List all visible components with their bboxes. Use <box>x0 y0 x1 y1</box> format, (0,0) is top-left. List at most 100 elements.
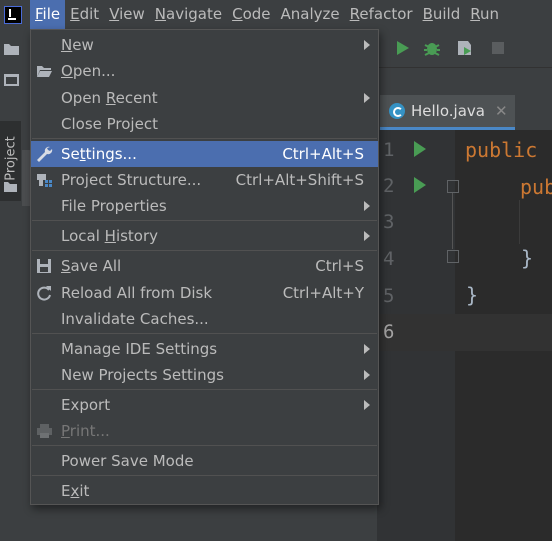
submenu-arrow-icon <box>364 344 370 354</box>
fold-marker-icon[interactable] <box>447 180 459 193</box>
menu-item-new[interactable]: New <box>31 32 378 58</box>
menu-run-label: un <box>479 5 499 23</box>
label-part: File Properties <box>61 197 167 215</box>
menu-item-save-all[interactable]: Save All Ctrl+S <box>31 253 378 279</box>
menu-build-mnemonic: B <box>422 5 433 23</box>
menu-item-open-recent[interactable]: Open Recent <box>31 85 378 111</box>
label-mnemonic: S <box>61 257 71 275</box>
submenu-arrow-icon <box>364 40 370 50</box>
menu-run-mnemonic: R <box>470 5 480 23</box>
tab-label: Hello.java <box>411 102 485 120</box>
run-gutter-icon[interactable] <box>414 177 426 193</box>
menu-separator <box>32 445 377 446</box>
menu-analyze[interactable]: Analyze <box>276 0 345 29</box>
code-line-1: public <box>465 138 538 162</box>
menu-item-power-save-mode[interactable]: Power Save Mode <box>31 448 378 474</box>
tab-hello-java[interactable]: Hello.java ✕ <box>380 95 515 130</box>
menu-item-new-projects-settings[interactable]: New Projects Settings <box>31 362 378 388</box>
coverage-icon[interactable] <box>455 39 473 57</box>
menu-item-reload-all[interactable]: Reload All from Disk Ctrl+Alt+Y <box>31 280 378 306</box>
label-mnemonic: H <box>104 227 116 245</box>
fold-marker-icon[interactable] <box>447 250 459 263</box>
run-icon[interactable] <box>393 39 411 57</box>
label-part: ew <box>72 36 94 54</box>
menu-analyze-label: Analyze <box>280 5 340 23</box>
menu-item-settings[interactable]: Settings... Ctrl+Alt+S <box>31 141 378 167</box>
menu-run[interactable]: Run <box>465 0 504 29</box>
project-tool-window-tab[interactable]: Project <box>0 121 21 201</box>
label-part: Power Save Mode <box>61 452 194 470</box>
label-part: New Projects Settings <box>61 366 224 384</box>
folder-icon[interactable] <box>4 43 19 55</box>
menu-build[interactable]: Build <box>418 0 466 29</box>
submenu-arrow-icon <box>364 370 370 380</box>
menu-separator <box>32 220 377 221</box>
label-part: Local <box>61 227 105 245</box>
menu-item-export[interactable]: Export <box>31 392 378 418</box>
menu-edit[interactable]: Edit <box>65 0 104 29</box>
menu-file[interactable]: File <box>30 0 66 29</box>
menu-refactor-mnemonic: R <box>349 5 360 23</box>
code-line-2: pub <box>520 175 552 199</box>
menu-refactor[interactable]: Refactor <box>345 0 418 29</box>
java-class-icon <box>389 103 405 119</box>
open-folder-icon <box>37 66 52 77</box>
code-line-5: } <box>466 283 479 307</box>
menu-view[interactable]: View <box>104 0 150 29</box>
label-part: Reload All from Disk <box>61 284 213 302</box>
label-mnemonic: O <box>61 62 73 80</box>
left-tool-stripe: Project <box>0 29 23 541</box>
submenu-arrow-icon <box>364 93 370 103</box>
line-number: 6 <box>383 321 395 343</box>
label-part: Project Structure... <box>61 171 202 189</box>
menu-separator <box>32 138 377 139</box>
label-part: Close Project <box>61 115 158 133</box>
menu-item-project-structure[interactable]: Project Structure... Ctrl+Alt+Shift+S <box>31 167 378 193</box>
label-part: ave All <box>70 257 122 275</box>
menu-separator <box>32 389 377 390</box>
menu-item-exit[interactable]: Exit <box>31 478 378 504</box>
menu-item-invalidate-caches[interactable]: Invalidate Caches... <box>31 306 378 332</box>
menu-code[interactable]: Code <box>227 0 275 29</box>
menu-file-label: ile <box>42 5 61 23</box>
line-number: 5 <box>383 285 395 307</box>
menu-file-mnemonic: F <box>35 5 43 23</box>
menu-item-print: Print... <box>31 418 378 444</box>
label-part: Invalidate Caches... <box>61 310 209 328</box>
stop-icon[interactable] <box>489 39 507 57</box>
menu-item-close-project[interactable]: Close Project <box>31 111 378 137</box>
label-part: Se <box>61 145 80 163</box>
label-part: pen... <box>72 62 116 80</box>
label-part: Export <box>61 396 111 414</box>
menu-refactor-label: efactor <box>359 5 413 23</box>
label-part: istory <box>115 227 159 245</box>
line-number: 4 <box>383 248 395 270</box>
intellij-logo-icon <box>4 5 22 24</box>
label-mnemonic: N <box>61 36 73 54</box>
shortcut-label: Ctrl+Alt+Y <box>282 284 364 302</box>
menu-item-manage-ide-settings[interactable]: Manage IDE Settings <box>31 336 378 362</box>
menu-navigate-mnemonic: N <box>154 5 167 23</box>
shortcut-label: Ctrl+S <box>315 257 364 275</box>
menu-item-open[interactable]: Open... <box>31 58 378 84</box>
menu-navigate[interactable]: Navigate <box>150 0 227 29</box>
print-icon <box>37 424 52 438</box>
shortcut-label: Ctrl+Alt+S <box>282 145 364 163</box>
submenu-arrow-icon <box>364 231 370 241</box>
menu-view-mnemonic: V <box>109 5 120 23</box>
menu-code-mnemonic: C <box>232 5 243 23</box>
code-line-4: } <box>521 246 534 270</box>
menu-item-file-properties[interactable]: File Properties <box>31 193 378 219</box>
wrench-icon <box>37 146 53 162</box>
run-gutter-icon[interactable] <box>414 141 426 157</box>
menu-separator <box>32 333 377 334</box>
label-part: ecent <box>115 89 158 107</box>
save-icon <box>37 259 51 273</box>
label-part: rint... <box>69 422 110 440</box>
structure-icon[interactable] <box>4 74 19 86</box>
debug-icon[interactable] <box>423 39 441 57</box>
project-tree-selection <box>22 150 30 206</box>
close-icon[interactable]: ✕ <box>495 102 508 120</box>
file-menu-dropdown: New Open... Open Recent Close Project Se… <box>30 29 379 505</box>
menu-item-local-history[interactable]: Local History <box>31 223 378 249</box>
